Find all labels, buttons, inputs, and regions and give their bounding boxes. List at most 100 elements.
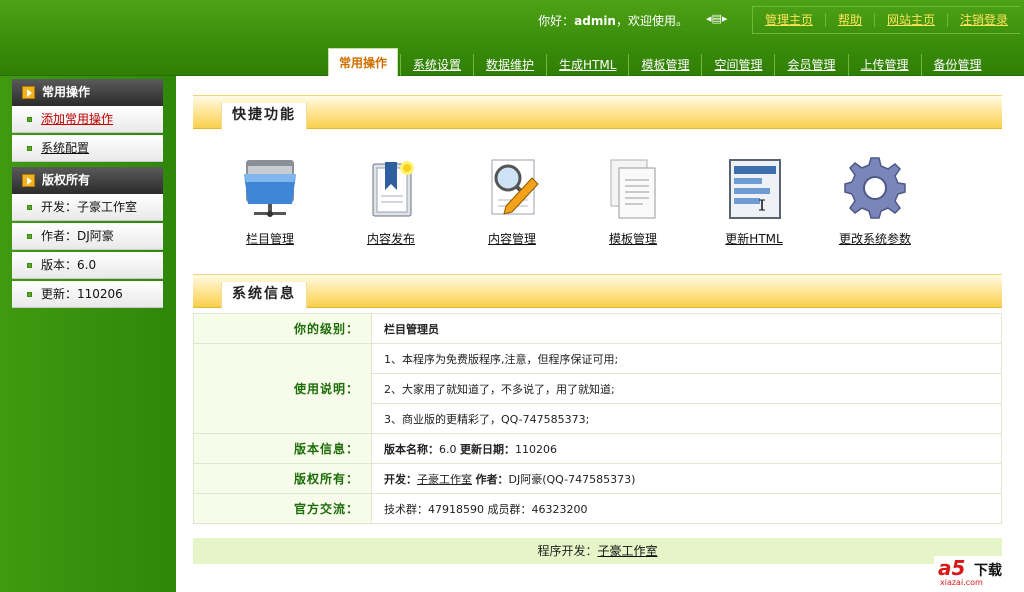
sidebar-section-title: 版权所有 xyxy=(42,173,91,187)
arrow-right-icon xyxy=(22,86,35,99)
footer-developer-link[interactable]: 子豪工作室 xyxy=(598,544,658,558)
table-row: 使用说明： 1、本程序为免费版程序,注意，但程序保证可用; xyxy=(193,343,1002,434)
sidebar-section-copyright[interactable]: 版权所有 xyxy=(12,167,163,194)
magnifier-pencil-icon xyxy=(491,159,539,215)
tab-backup-manage[interactable]: 备份管理 xyxy=(920,54,994,76)
top-links: 管理主页 帮助 网站主页 注销登录 xyxy=(752,6,1021,34)
usage-line-3: 3、商业版的更精彩了，QQ-747585373; xyxy=(371,403,1002,434)
quick-item-update-html[interactable]: 更新HTML xyxy=(704,156,804,247)
sysinfo-section-bar: 系统信息 xyxy=(193,274,1002,309)
sysinfo-section-title: 系统信息 xyxy=(221,282,307,309)
bullet-icon xyxy=(27,263,32,268)
author-name: DJ阿豪(QQ-747585373) xyxy=(508,472,636,486)
link-help[interactable]: 帮助 xyxy=(825,13,874,27)
footer-prefix: 程序开发： xyxy=(537,544,598,558)
usage-line-2: 2、大家用了就知道了，不多说了，用了就知道; xyxy=(371,373,1002,404)
sidebar-item-label: 系统配置 xyxy=(41,141,90,155)
quick-item-label: 内容发布 xyxy=(366,232,415,246)
sidebar-section-title: 常用操作 xyxy=(42,85,91,99)
sidebar-item-developer: 开发：子豪工作室 xyxy=(12,194,163,221)
watermark-a5: a5 xyxy=(938,556,966,580)
link-logout[interactable]: 注销登录 xyxy=(947,13,1020,27)
arrow-right-icon xyxy=(22,174,35,187)
document-pages-icon xyxy=(610,159,656,219)
contact-value: 技术群：47918590 成员群：46323200 xyxy=(371,493,1002,524)
html-page-icon xyxy=(729,159,781,219)
quick-item-content-manage[interactable]: 内容管理 xyxy=(462,156,562,247)
gear-icon xyxy=(844,157,906,219)
bullet-icon xyxy=(27,234,32,239)
update-date: 110206 xyxy=(515,442,557,456)
usage-label: 使用说明： xyxy=(193,343,372,434)
version-name: 6.0 xyxy=(439,442,457,456)
table-row: 你的级别： 栏目管理员 xyxy=(193,313,1002,344)
folder-network-icon xyxy=(244,160,296,217)
greeting-prefix: 你好： xyxy=(538,14,575,28)
quick-section-title: 快捷功能 xyxy=(221,103,307,130)
bullet-icon xyxy=(27,205,32,210)
bullet-icon xyxy=(27,292,32,297)
tab-space-manage[interactable]: 空间管理 xyxy=(701,54,774,76)
quick-item-template-manage[interactable]: 模板管理 xyxy=(583,156,683,247)
sidebar: 常用操作 添加常用操作 系统配置 版权所有 开发：子豪工作室 作者：DJ阿豪 版… xyxy=(0,76,176,592)
bullet-icon xyxy=(27,117,32,122)
developer-link[interactable]: 子豪工作室 xyxy=(417,473,472,486)
sidebar-item-version: 版本：6.0 xyxy=(12,252,163,279)
version-name-label: 版本名称： xyxy=(384,442,439,456)
sysinfo-table: 你的级别： 栏目管理员 使用说明： 1、本程序为免费版程序,注意，但程序保证可用… xyxy=(193,313,1002,524)
header: 你好：admin，欢迎使用。 ◂▤▸ 管理主页 帮助 网站主页 注销登录 常用操… xyxy=(0,0,1024,76)
quick-item-column-manage[interactable]: 栏目管理 xyxy=(220,156,320,247)
level-value: 栏目管理员 xyxy=(371,313,1002,344)
main-content: 快捷功能 栏目管理 内容发布 内容管理 模板管理 更新HTML 更改系统参数 系… xyxy=(176,76,1024,592)
watermark-text: 下载 xyxy=(974,563,1002,579)
book-bookmark-icon xyxy=(372,161,414,217)
sidebar-item-author: 作者：DJ阿豪 xyxy=(12,223,163,250)
sidebar-item-update: 更新：110206 xyxy=(12,281,163,308)
username: admin xyxy=(574,14,616,28)
tab-system-settings[interactable]: 系统设置 xyxy=(400,54,473,76)
sidebar-item-label: 添加常用操作 xyxy=(41,112,114,126)
table-row: 版权所有： 开发：子豪工作室 作者：DJ阿豪(QQ-747585373) xyxy=(193,463,1002,494)
tab-generate-html[interactable]: 生成HTML xyxy=(546,54,628,76)
quick-item-label: 更改系统参数 xyxy=(838,232,911,246)
tab-common-ops[interactable]: 常用操作 xyxy=(328,48,399,76)
quick-item-change-system-params[interactable]: 更改系统参数 xyxy=(825,156,925,247)
version-label: 版本信息： xyxy=(193,433,372,464)
quick-functions: 栏目管理 内容发布 内容管理 模板管理 更新HTML 更改系统参数 xyxy=(200,156,980,252)
quick-section-bar: 快捷功能 xyxy=(193,95,1002,130)
sidebar-section-common[interactable]: 常用操作 xyxy=(12,79,163,106)
level-value-text: 栏目管理员 xyxy=(384,322,439,336)
tab-template-manage[interactable]: 模板管理 xyxy=(628,54,701,76)
watermark-logo: a5 下载 xiazai.com xyxy=(934,556,1018,588)
bullet-icon xyxy=(27,146,32,151)
table-row: 版本信息： 版本名称：6.0 更新日期：110206 xyxy=(193,433,1002,464)
table-row: 官方交流： 技术群：47918590 成员群：46323200 xyxy=(193,493,1002,524)
copyright-value: 开发：子豪工作室 作者：DJ阿豪(QQ-747585373) xyxy=(371,463,1002,494)
update-date-label: 更新日期： xyxy=(460,442,515,456)
greeting-suffix: ，欢迎使用。 xyxy=(615,14,688,28)
sidebar-item-add-common-op[interactable]: 添加常用操作 xyxy=(12,106,163,133)
sidebar-item-system-config[interactable]: 系统配置 xyxy=(12,135,163,162)
author-label: 作者： xyxy=(475,472,509,486)
tab-upload-manage[interactable]: 上传管理 xyxy=(847,54,921,76)
main-nav: 常用操作 系统设置 数据维护 生成HTML 模板管理 空间管理 会员管理 上传管… xyxy=(328,46,994,76)
sidebar-item-label: 开发：子豪工作室 xyxy=(41,200,138,214)
tab-data-maintenance[interactable]: 数据维护 xyxy=(473,54,546,76)
quick-item-label: 内容管理 xyxy=(487,232,536,246)
link-site-home[interactable]: 网站主页 xyxy=(874,13,947,27)
footer: 程序开发：子豪工作室 xyxy=(193,538,1002,564)
sidebar-item-label: 作者：DJ阿豪 xyxy=(41,229,114,243)
greeting: 你好：admin，欢迎使用。 xyxy=(538,12,688,29)
sidebar-item-label: 版本：6.0 xyxy=(41,258,97,272)
watermark-url: xiazai.com xyxy=(940,578,983,587)
quick-item-label: 更新HTML xyxy=(725,232,783,246)
version-value: 版本名称：6.0 更新日期：110206 xyxy=(371,433,1002,464)
quick-item-content-publish[interactable]: 内容发布 xyxy=(341,156,441,247)
tab-member-manage[interactable]: 会员管理 xyxy=(774,54,847,76)
copyright-label: 版权所有： xyxy=(193,463,372,494)
menu-toggle-icon[interactable]: ◂▤▸ xyxy=(706,12,727,26)
link-admin-home[interactable]: 管理主页 xyxy=(753,13,825,27)
sidebar-item-label: 更新：110206 xyxy=(41,287,123,301)
usage-line-1: 1、本程序为免费版程序,注意，但程序保证可用; xyxy=(371,343,1002,374)
quick-item-label: 栏目管理 xyxy=(245,232,294,246)
